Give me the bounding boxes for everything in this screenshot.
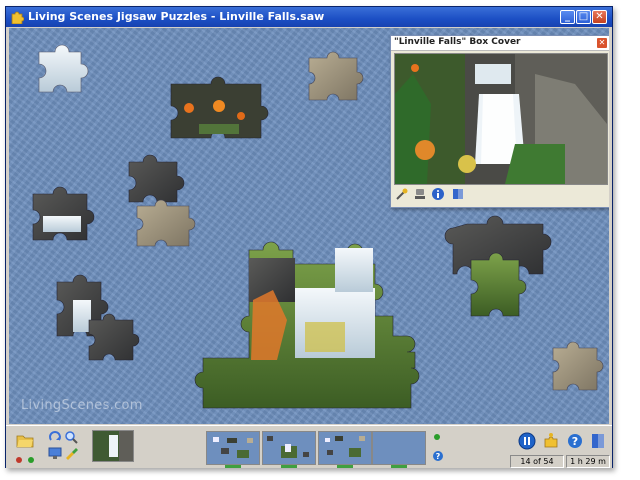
info-icon[interactable] xyxy=(431,187,445,201)
puzzle-piece[interactable] xyxy=(552,341,604,391)
brand-watermark: LivingScenes.com xyxy=(21,398,143,413)
flower-mark xyxy=(237,112,245,120)
flower-mark xyxy=(184,103,194,113)
waterfall-top-region xyxy=(335,248,373,292)
monitor-icon[interactable] xyxy=(48,446,62,460)
help-icon[interactable]: ? xyxy=(566,432,584,450)
app-window: Living Scenes Jigsaw Puzzles - Linville … xyxy=(5,6,613,468)
minimize-icon: _ xyxy=(565,11,570,22)
thumbnail-help-glyph: ? xyxy=(436,452,441,461)
water-mark xyxy=(43,216,81,232)
maximize-icon: □ xyxy=(578,11,589,22)
puzzle-piece[interactable] xyxy=(470,252,527,317)
board-thumbnail-3[interactable] xyxy=(318,431,372,468)
open-folder-icon[interactable] xyxy=(16,432,34,448)
thumbnail-green-dot xyxy=(434,434,440,440)
box-cover-image xyxy=(394,53,608,185)
flower-mark xyxy=(213,100,225,112)
book-icon[interactable] xyxy=(590,432,606,450)
puzzle-board[interactable]: LivingScenes.com "Linville Falls" Box Co… xyxy=(9,28,609,424)
board-thumbnail-2-active-bar xyxy=(281,465,297,468)
box-cover-window[interactable]: "Linville Falls" Box Cover ✕ xyxy=(390,35,609,208)
thumbnail-help-icon[interactable]: ? xyxy=(432,450,444,462)
close-button[interactable]: ✕ xyxy=(592,10,607,24)
box-cover-close-icon[interactable]: ✕ xyxy=(597,38,607,48)
maximize-button[interactable]: □ xyxy=(576,10,591,24)
board-thumbnail-1-active-bar xyxy=(225,465,241,468)
stamp-icon[interactable] xyxy=(413,187,427,201)
box-cover-title-bar[interactable]: "Linville Falls" Box Cover ✕ xyxy=(391,36,609,51)
board-thumbnail-1-picture xyxy=(213,437,253,458)
bottom-toolbar: ? ? 14 of 54 1 h 29 m xyxy=(6,425,612,468)
puzzle-piece[interactable] xyxy=(136,199,196,247)
close-icon: ✕ xyxy=(595,11,604,22)
puzzle-piece[interactable] xyxy=(128,154,185,203)
foliage-mark xyxy=(199,124,239,134)
window-title: Living Scenes Jigsaw Puzzles - Linville … xyxy=(28,10,325,23)
brush-icon[interactable] xyxy=(64,446,78,460)
board-thumbnail-2[interactable] xyxy=(262,431,316,468)
yellow-tree-region xyxy=(305,322,345,352)
book-icon[interactable] xyxy=(451,187,465,201)
help-glyph: ? xyxy=(572,435,578,448)
water-mark xyxy=(73,300,91,332)
puzzle-piece[interactable] xyxy=(88,313,140,361)
puzzle-piece[interactable] xyxy=(32,186,95,241)
puzzle-app-icon xyxy=(11,11,24,24)
waterfall-picture xyxy=(395,54,607,184)
board-thumbnail-2-picture xyxy=(267,436,309,458)
board-thumbnail-3-picture xyxy=(325,436,365,457)
piece-helper-icon[interactable] xyxy=(542,432,560,450)
magic-wand-icon[interactable] xyxy=(395,187,409,201)
box-cover-title: "Linville Falls" Box Cover xyxy=(394,37,521,47)
status-green-dot xyxy=(28,457,34,463)
elapsed-time-status: 1 h 29 m xyxy=(566,455,610,468)
status-red-dot xyxy=(16,457,22,463)
magnify-icon[interactable] xyxy=(64,430,78,444)
rotate-icon[interactable] xyxy=(48,430,62,444)
puzzle-piece[interactable] xyxy=(38,44,89,93)
minimize-button[interactable]: _ xyxy=(560,10,575,24)
board-thumbnail-1[interactable] xyxy=(206,431,260,468)
title-bar[interactable]: Living Scenes Jigsaw Puzzles - Linville … xyxy=(6,7,612,27)
pause-icon[interactable] xyxy=(518,432,536,450)
board-thumbnail-4[interactable] xyxy=(372,431,426,468)
piece-count-status: 14 of 54 xyxy=(510,455,564,468)
board-thumbnail-3-active-bar xyxy=(337,465,353,468)
board-thumbnail-4-active-bar xyxy=(391,465,407,468)
puzzle-piece[interactable] xyxy=(308,51,364,101)
reference-thumbnail[interactable] xyxy=(92,430,134,462)
reference-thumbnail-picture xyxy=(93,431,133,461)
